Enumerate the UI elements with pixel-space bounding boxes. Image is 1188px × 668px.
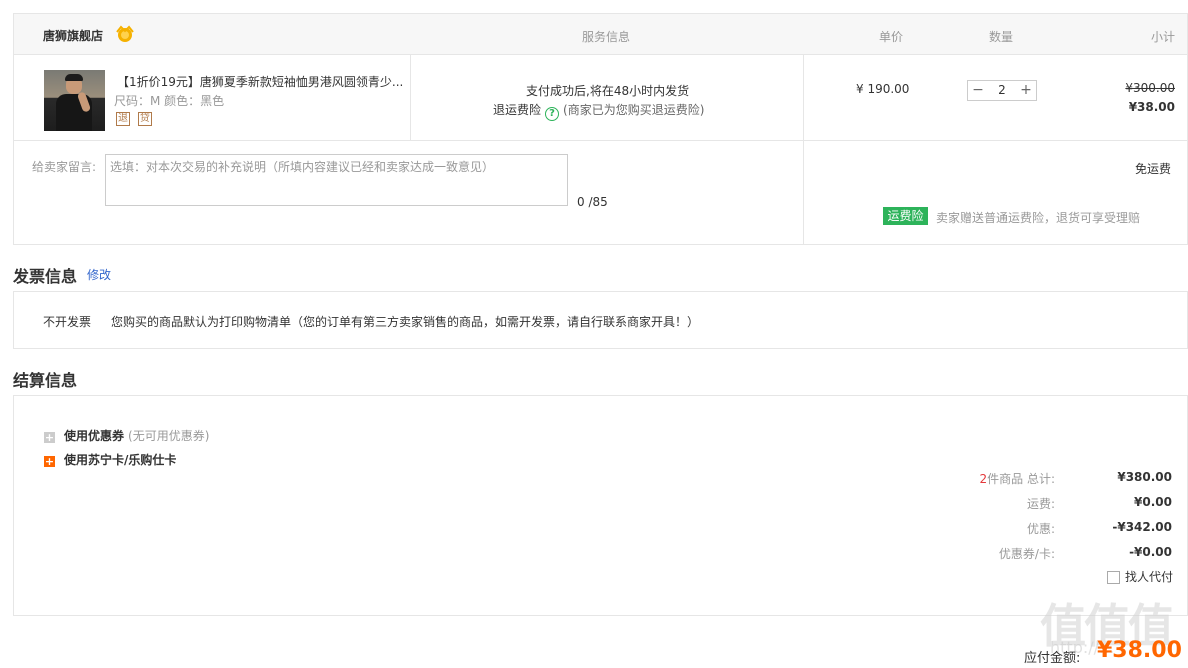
product-title[interactable]: 【1折价19元】唐狮夏季新款短袖恤男港风圆领青少... (117, 73, 407, 90)
invoice-title: 发票信息 (13, 267, 78, 286)
shipping-insurance-badge: 运费险 (883, 207, 928, 225)
payable-label: 应付金额: (1024, 651, 1081, 666)
coupon-card-label: 优惠券/卡: (998, 547, 1055, 561)
use-coupon-option[interactable]: + 使用优惠券 (无可用优惠券) (44, 427, 209, 444)
total-value: ¥380.00 (1117, 470, 1172, 484)
cart-item-row: 【1折价19元】唐狮夏季新款短袖恤男港风圆领青少... 尺码：M 颜色：黑色 退… (14, 55, 1187, 141)
message-label: 给卖家留言: (32, 160, 97, 174)
shipping-fee-value: ¥0.00 (1134, 495, 1172, 509)
divider (410, 55, 411, 141)
delivery-promise: 支付成功后,将在48小时内发货 (526, 84, 690, 98)
free-shipping-label: 免运费 (1134, 162, 1171, 176)
product-thumbnail[interactable] (44, 70, 105, 131)
header-unit-price: 单价 (879, 30, 904, 44)
subtotal: ¥38.00 (1128, 100, 1175, 114)
credit-tag-icon[interactable]: 贷 (137, 112, 152, 126)
settlement-title: 结算信息 (13, 371, 78, 390)
unit-price: ¥ 190.00 (856, 82, 910, 96)
help-icon[interactable]: ? (545, 107, 560, 121)
payable-amount: ¥38.00 (1097, 638, 1182, 663)
return-tag-icon[interactable]: 退 (116, 112, 130, 126)
decrease-button[interactable]: − (968, 81, 988, 100)
invoice-description: 您购买的商品默认为打印购物清单（您的订单有第三方卖家销售的商品，如需开发票，请自… (111, 315, 700, 329)
header-quantity: 数量 (989, 30, 1014, 44)
divider (803, 55, 804, 245)
return-insurance-note: (商家已为您购买退运费险) (563, 103, 705, 117)
settlement-section: + 使用优惠券 (无可用优惠券) + 使用苏宁卡/乐购仕卡 2件商品 总计: ¥380… (13, 395, 1188, 616)
product-spec: 尺码：M 颜色：黑色 (114, 94, 225, 108)
increase-button[interactable]: + (1016, 81, 1036, 100)
expand-plus-icon[interactable]: + (44, 456, 55, 467)
agent-pay-option[interactable]: 找人代付 (1107, 568, 1173, 585)
discount-label: 优惠: (1026, 522, 1055, 536)
invoice-edit-link[interactable]: 修改 (87, 266, 111, 283)
agent-pay-checkbox[interactable] (1107, 571, 1120, 584)
header-subtotal: 小计 (1151, 30, 1176, 44)
expand-plus-icon[interactable]: + (44, 432, 55, 443)
original-subtotal: ¥300.00 (1125, 81, 1175, 95)
discount-value: -¥342.00 (1112, 520, 1172, 534)
return-insurance: 退运费险? (商家已为您购买退运费险) (493, 101, 704, 121)
message-char-count: 0 /85 (577, 195, 608, 209)
card-label: 使用苏宁卡/乐购仕卡 (64, 453, 177, 467)
agent-pay-label: 找人代付 (1125, 570, 1174, 584)
service-tags: 退 贷 (116, 110, 156, 126)
item-count: 2 (979, 472, 988, 486)
coupon-card-value: -¥0.00 (1129, 545, 1172, 559)
coupon-label: 使用优惠券 (64, 429, 125, 443)
order-section: 唐狮旗舰店 服务信息 单价 数量 小计 【1折价19元】唐狮夏季新款短袖恤男港风… (13, 13, 1188, 245)
header-service: 服务信息 (582, 30, 631, 44)
invoice-type: 不开发票 (43, 315, 92, 329)
order-header: 唐狮旗舰店 服务信息 单价 数量 小计 (14, 14, 1187, 55)
seller-message-input[interactable] (105, 154, 568, 206)
shipping-insurance-text: 卖家赠送普通运费险，退货可享受理赔 (936, 211, 1141, 225)
quantity-input[interactable]: 2 (988, 81, 1016, 100)
quantity-stepper: − 2 + (967, 80, 1037, 101)
coupon-note: (无可用优惠券) (128, 429, 210, 443)
return-insurance-label: 退运费险 (493, 103, 542, 117)
total-label: 2件商品 总计: (979, 472, 1056, 486)
shop-badge-icon (116, 25, 134, 42)
shipping-fee-label: 运费: (1026, 497, 1055, 511)
shop-name[interactable]: 唐狮旗舰店 (43, 27, 103, 44)
use-card-option[interactable]: + 使用苏宁卡/乐购仕卡 (44, 451, 176, 468)
invoice-section: 不开发票 您购买的商品默认为打印购物清单（您的订单有第三方卖家销售的商品，如需开… (13, 291, 1188, 349)
